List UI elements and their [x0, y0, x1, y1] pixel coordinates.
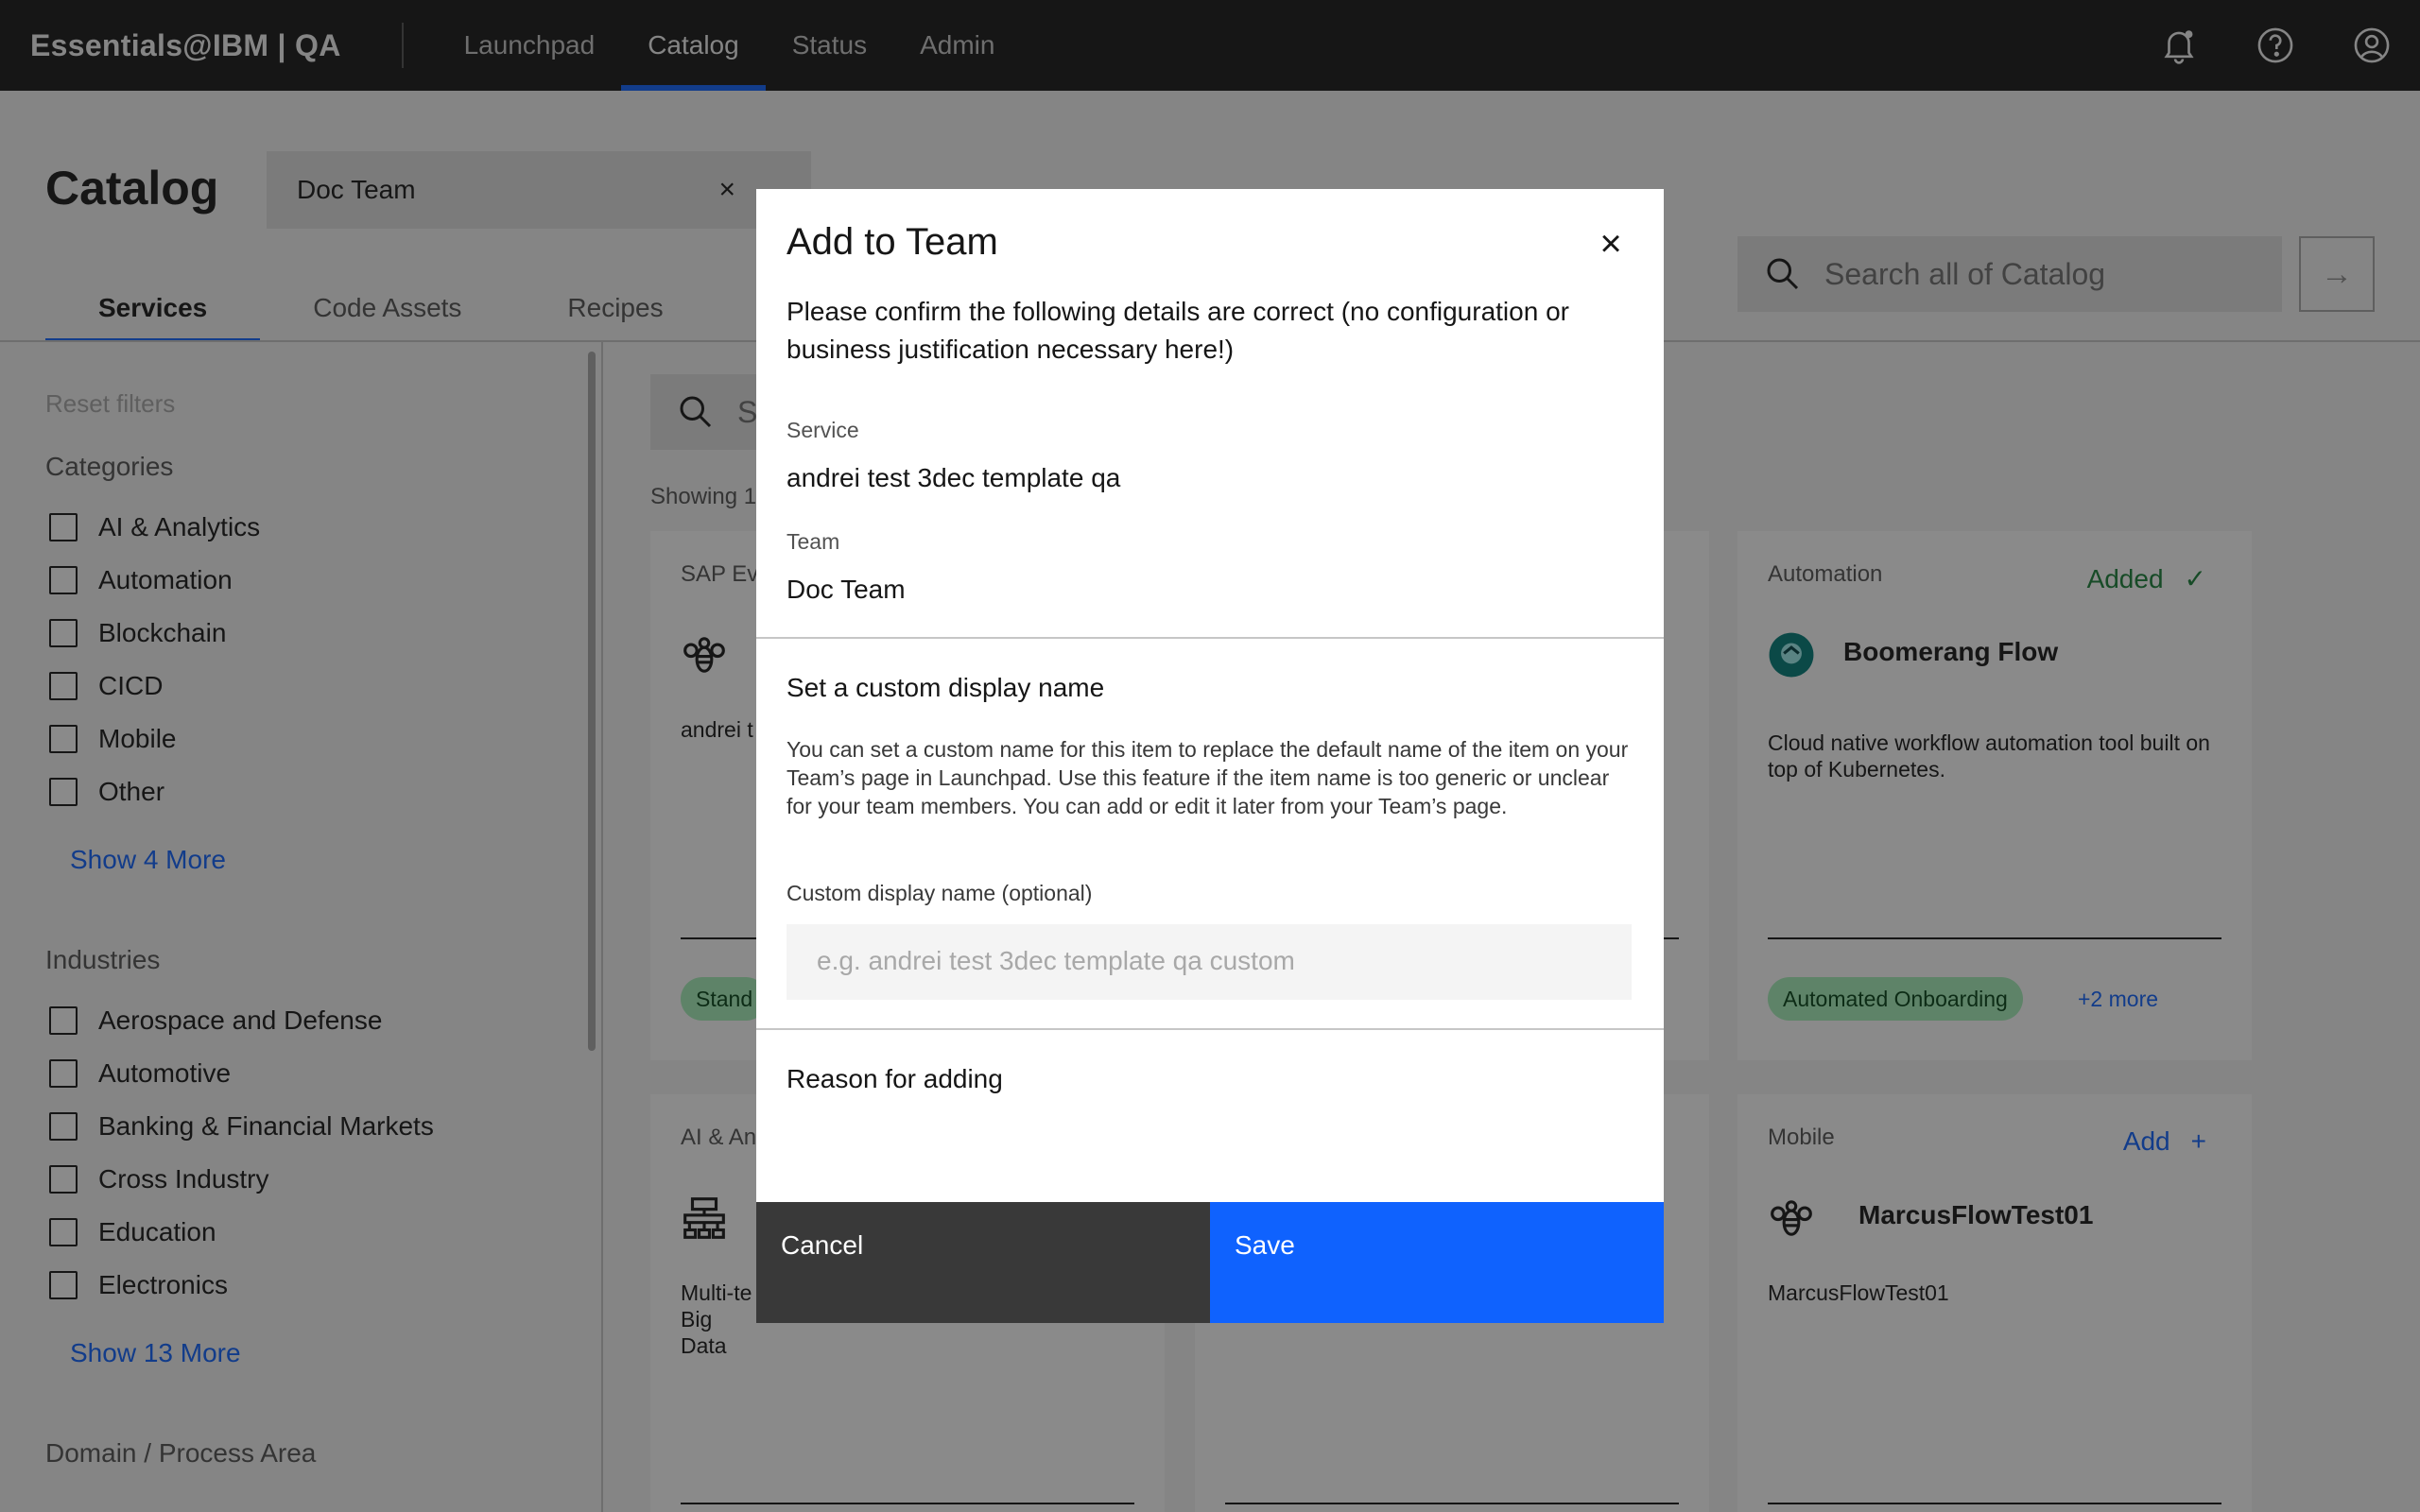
reason-heading: Reason for adding	[786, 1064, 1003, 1093]
modal-divider	[756, 1028, 1664, 1030]
cancel-button[interactable]: Cancel	[756, 1202, 1210, 1323]
save-button-label: Save	[1235, 1230, 1295, 1260]
save-button[interactable]: Save	[1210, 1202, 1664, 1323]
custom-name-label: Custom display name (optional)	[786, 881, 1093, 905]
cancel-button-label: Cancel	[781, 1230, 864, 1260]
add-to-team-modal: Add to Team × Please confirm the followi…	[756, 189, 1664, 1323]
team-label: Team	[786, 529, 840, 554]
custom-display-name-input[interactable]	[786, 924, 1632, 1000]
team-value: Doc Team	[786, 575, 906, 604]
service-value: andrei test 3dec template qa	[786, 463, 1121, 492]
modal-divider	[756, 637, 1664, 639]
close-icon[interactable]: ×	[1588, 221, 1634, 266]
service-label: Service	[786, 418, 859, 442]
modal-intro-text: Please confirm the following details are…	[786, 297, 1569, 364]
modal-title: Add to Team	[786, 221, 998, 263]
custom-name-help: You can set a custom name for this item …	[786, 737, 1629, 818]
custom-name-heading: Set a custom display name	[786, 673, 1105, 702]
